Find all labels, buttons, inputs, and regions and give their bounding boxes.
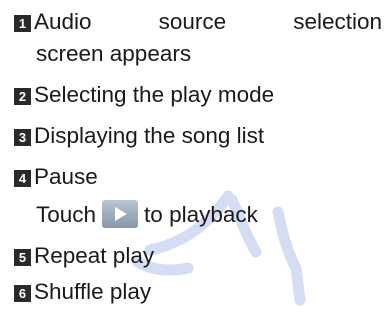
item-word: source <box>158 9 227 34</box>
list-item-pause: 4 Pause Touch to playback <box>14 161 382 231</box>
list-item-play-mode: 2 Selecting the play mode <box>14 79 382 111</box>
number-badge: 5 <box>14 249 31 266</box>
sub-text-before: Touch <box>36 202 97 227</box>
item-word: selection <box>293 9 382 34</box>
list-item-audio-source: 1 Audio source selection screen appears <box>14 6 382 70</box>
number-badge: 6 <box>14 285 31 302</box>
number-badge: 3 <box>14 129 31 146</box>
number-badge: 2 <box>14 88 31 105</box>
list-item-shuffle-play: 6 Shuffle play <box>14 276 382 308</box>
item-text: Displaying the song list <box>34 123 265 148</box>
item-text-continued: screen appears <box>36 41 192 66</box>
play-icon <box>102 200 139 228</box>
sub-text-after: to playback <box>144 202 258 227</box>
list-item-song-list: 3 Displaying the song list <box>14 120 382 152</box>
number-badge: 4 <box>14 170 31 187</box>
item-text: Pause <box>34 164 98 189</box>
item-text: Selecting the play mode <box>34 82 275 107</box>
item-word: Audio <box>34 9 92 34</box>
feature-list: 1 Audio source selection screen appears 2… <box>14 6 382 312</box>
list-item-repeat-play: 5 Repeat play <box>14 240 382 272</box>
item-text: Shuffle play <box>34 279 152 304</box>
item-text: Repeat play <box>34 243 155 268</box>
number-badge: 1 <box>14 15 31 32</box>
